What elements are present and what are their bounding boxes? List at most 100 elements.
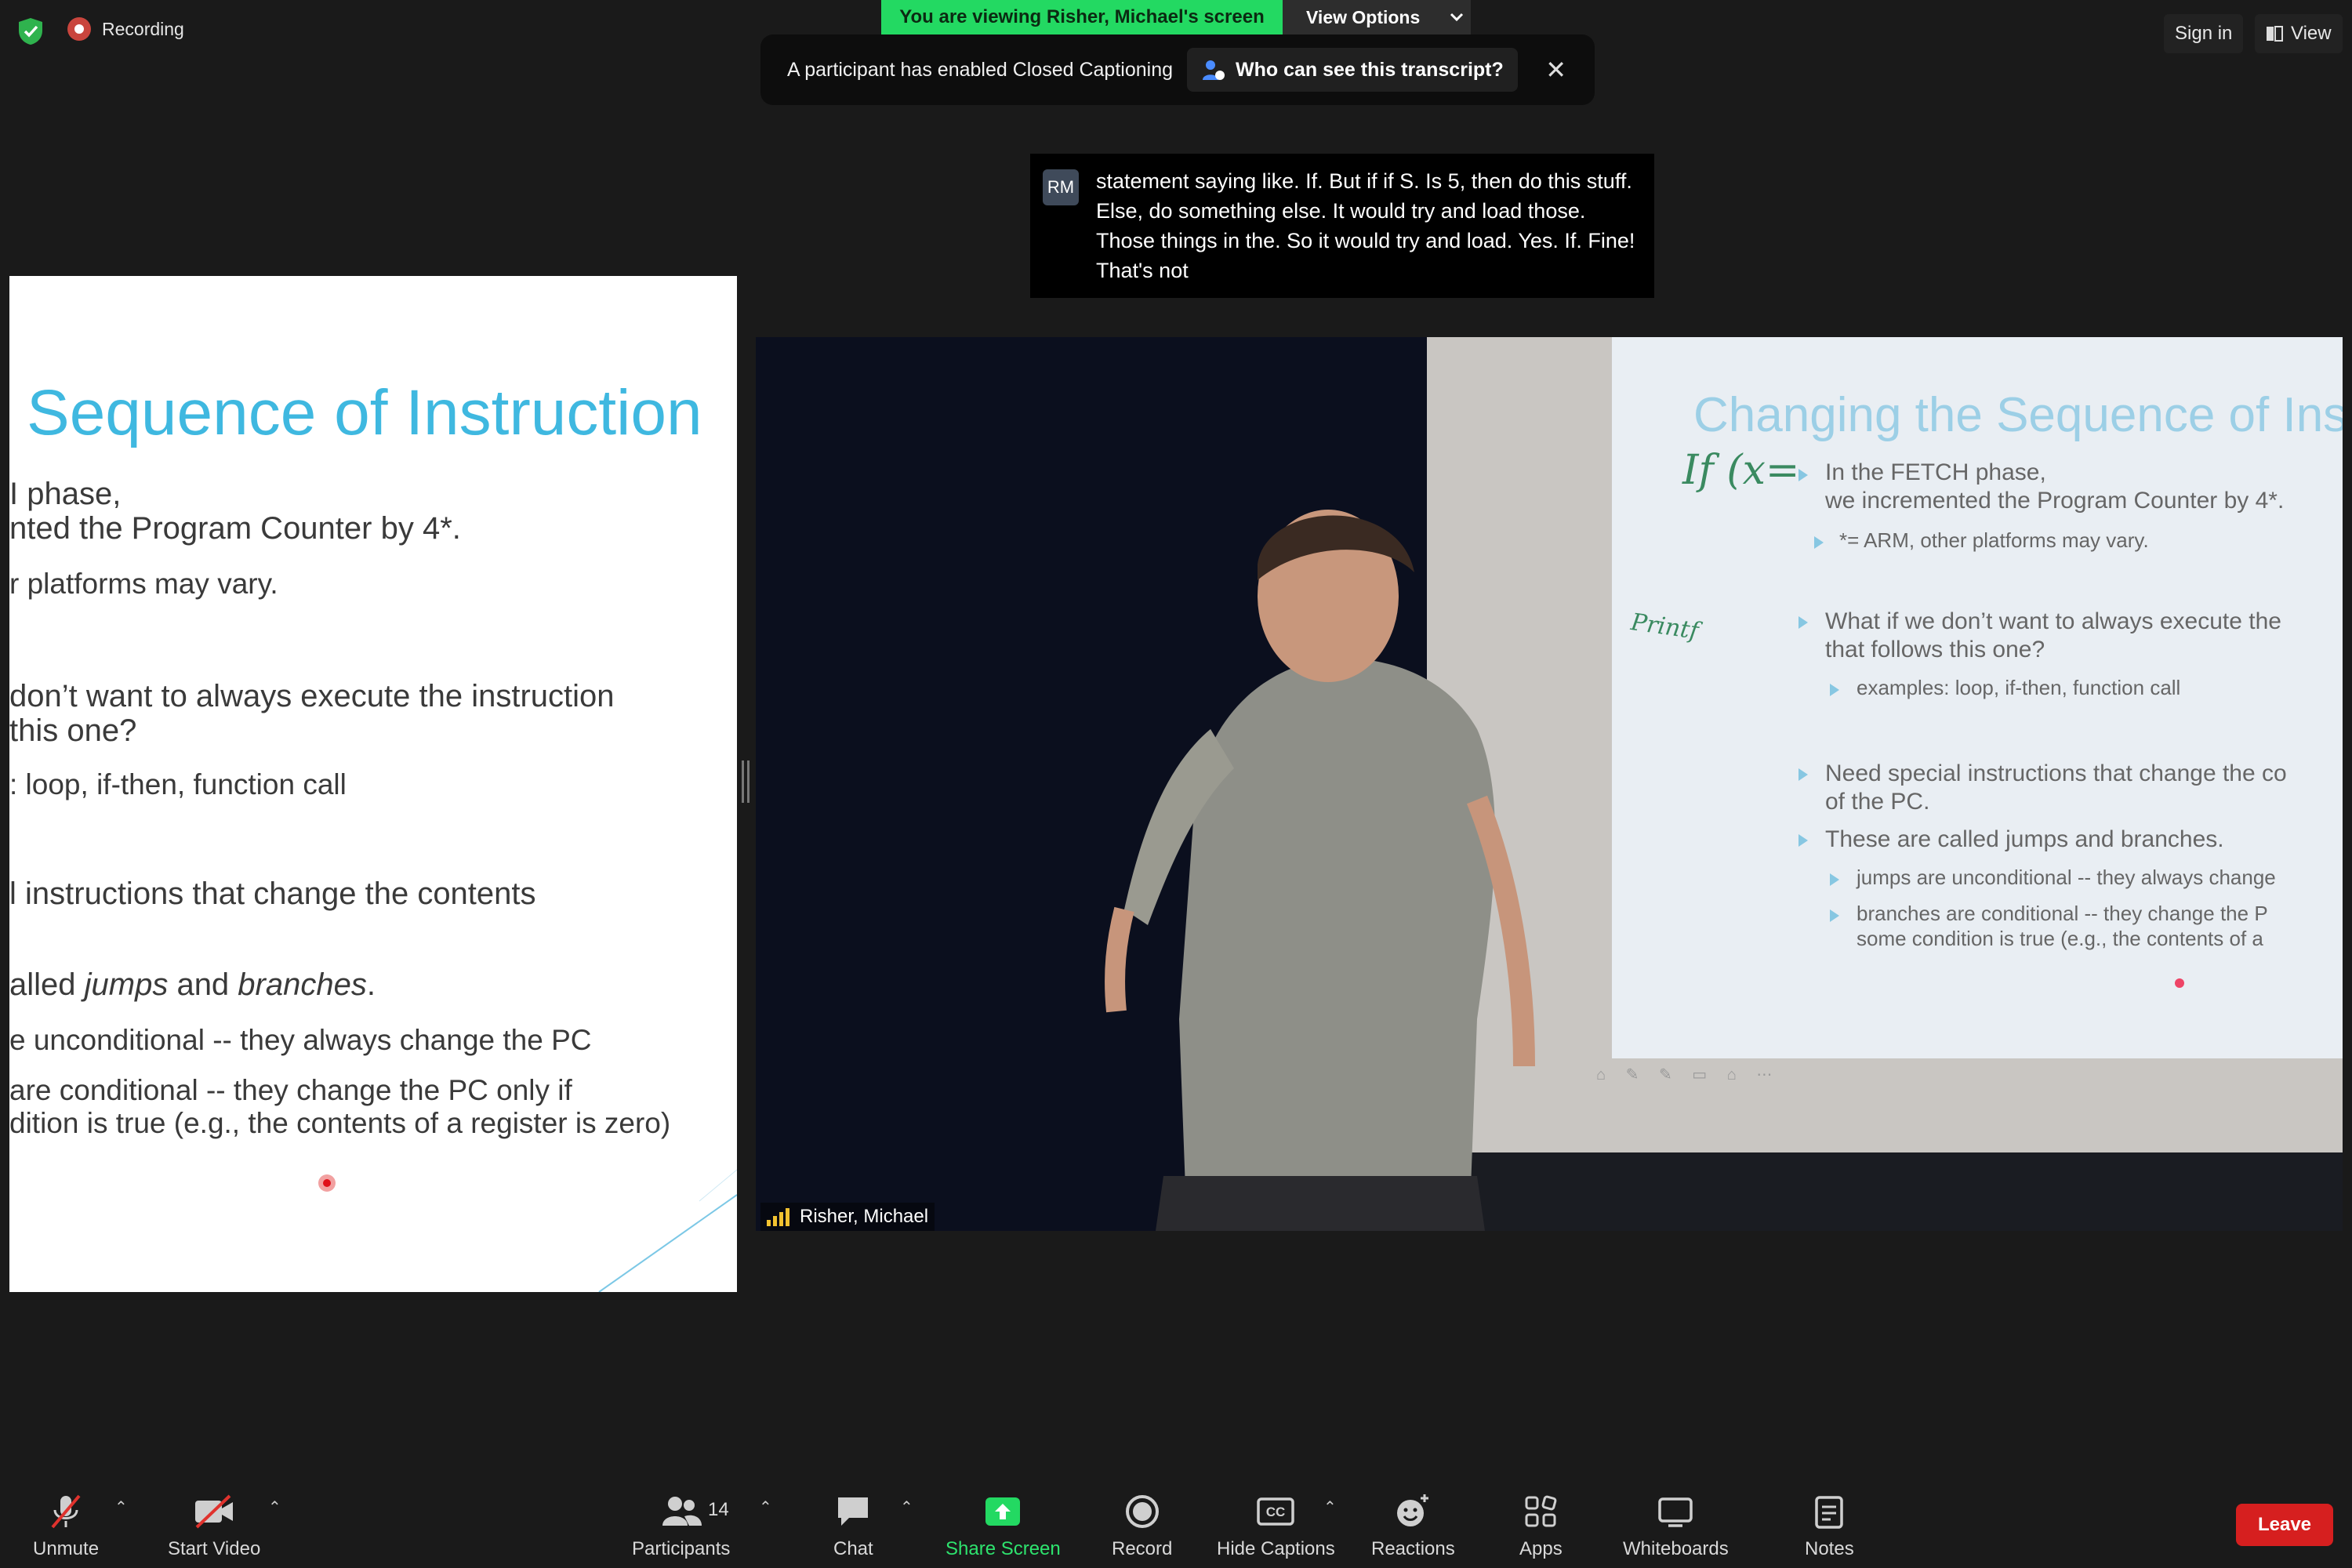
signal-strength-icon (767, 1207, 792, 1226)
closed-captions-icon: CC (1257, 1497, 1295, 1526)
view-button[interactable]: View (2255, 14, 2343, 53)
share-screen-label: Share Screen (946, 1538, 1061, 1559)
projected-line: we incremented the Program Counter by 4*… (1825, 488, 2285, 514)
participant-video-tile[interactable]: Changing the Sequence of Ins If (x= Prin… (756, 337, 2343, 1231)
cc-badge-text: CC (1266, 1504, 1286, 1519)
slide-line-emphasis: jumps (84, 967, 169, 1002)
whiteboards-button[interactable]: Whiteboards (1623, 1493, 1729, 1560)
slide-line: r platforms may vary. (9, 568, 278, 600)
apps-label: Apps (1519, 1538, 1563, 1559)
captions-caret-icon[interactable]: ⌃ (1323, 1497, 1337, 1517)
sign-in-button[interactable]: Sign in (2164, 14, 2244, 53)
projected-line: In the FETCH phase, (1825, 459, 2046, 485)
view-layout-icon (2267, 26, 2283, 42)
reactions-button[interactable]: Reactions (1371, 1493, 1455, 1560)
bullet-icon (1830, 909, 1839, 922)
security-shield-icon[interactable] (17, 17, 44, 45)
handwriting-annotation: If (x= (1682, 447, 1800, 494)
bullet-icon (1798, 768, 1808, 781)
leave-button[interactable]: Leave (2236, 1504, 2333, 1546)
view-options-label: View Options (1306, 6, 1421, 27)
recording-icon (67, 17, 91, 41)
split-view-drag-handle[interactable] (742, 760, 750, 803)
projected-line: What if we don’t want to always execute … (1825, 608, 2281, 634)
participant-name-tag: Risher, Michael (760, 1203, 935, 1231)
recording-indicator[interactable]: Recording (67, 17, 184, 41)
bullet-icon (1814, 536, 1824, 549)
participants-label: Participants (632, 1538, 731, 1559)
notes-label: Notes (1805, 1538, 1854, 1559)
start-video-button[interactable]: Start Video (168, 1493, 260, 1560)
whiteboard-tray (1427, 1152, 2343, 1231)
projected-line: branches are conditional -- they change … (1857, 902, 2268, 925)
who-can-see-transcript-label: Who can see this transcript? (1236, 58, 1504, 81)
participant-name: Risher, Michael (800, 1206, 929, 1227)
video-options-caret-icon[interactable]: ⌃ (268, 1497, 281, 1517)
notes-button[interactable]: Notes (1805, 1493, 1854, 1560)
projected-slide-title: Changing the Sequence of Ins (1693, 388, 2343, 442)
slide-title: Sequence of Instruction (27, 377, 702, 448)
shared-screen-slide[interactable]: Sequence of Instruction I phase, nted th… (9, 276, 737, 1292)
slide-line-part: and (168, 967, 238, 1002)
bullet-icon (1830, 873, 1839, 886)
slide-line: nted the Program Counter by 4*. (9, 511, 461, 546)
unmute-button[interactable]: Unmute (33, 1493, 99, 1560)
projector-toolbar-icons: ⌂ ✎ ✎ ▭ ⌂ ⋯ (1596, 1066, 1780, 1083)
video-camera-off-icon (195, 1494, 234, 1529)
slide-line-part: alled (9, 967, 85, 1002)
bullet-icon (1798, 834, 1808, 847)
slide-line-part: . (366, 967, 376, 1002)
notes-icon (1815, 1496, 1844, 1529)
live-caption-box: RM statement saying like. If. But if if … (1030, 154, 1654, 298)
share-screen-button[interactable]: Share Screen (946, 1493, 1061, 1560)
slide-line: this one? (9, 713, 137, 748)
bullet-icon (1798, 469, 1808, 481)
projected-line: Need special instructions that change th… (1825, 760, 2287, 786)
person-info-icon (1203, 60, 1225, 80)
slide-line: are conditional -- they change the PC on… (9, 1074, 572, 1106)
cc-notice-text: A participant has enabled Closed Caption… (787, 58, 1174, 81)
presenter-silhouette (1105, 510, 1535, 1231)
viewing-screen-banner: You are viewing Risher, Michael's screen (881, 0, 1283, 34)
hide-captions-button[interactable]: CC Hide Captions (1217, 1493, 1335, 1560)
hide-captions-label: Hide Captions (1217, 1538, 1335, 1559)
whiteboard-icon (1658, 1497, 1693, 1527)
slide-line: l instructions that change the contents (9, 877, 536, 911)
view-options-button[interactable]: View Options (1283, 0, 1471, 34)
slide-line: dition is true (e.g., the contents of a … (9, 1107, 671, 1139)
laser-pointer-dot (318, 1174, 336, 1192)
apps-icon (1525, 1495, 1557, 1527)
reactions-label: Reactions (1371, 1538, 1455, 1559)
chat-caret-icon[interactable]: ⌃ (900, 1497, 913, 1517)
apps-button[interactable]: Apps (1519, 1493, 1563, 1560)
slide-line-emphasis: branches (238, 967, 367, 1002)
record-label: Record (1112, 1538, 1173, 1559)
handwriting-annotation: Printf (1628, 608, 1700, 645)
projected-line: These are called jumps and branches. (1825, 826, 2224, 852)
closed-captioning-notice: A participant has enabled Closed Caption… (760, 34, 1595, 105)
chat-label: Chat (833, 1538, 873, 1559)
projected-line: *= ARM, other platforms may vary. (1839, 528, 2149, 552)
close-icon[interactable]: ✕ (1545, 55, 1566, 85)
slide-line: e unconditional -- they always change th… (9, 1024, 592, 1056)
reactions-smiley-icon (1397, 1494, 1429, 1526)
avatar: RM (1043, 169, 1079, 205)
start-video-label: Start Video (168, 1538, 261, 1559)
bullet-icon (1830, 684, 1839, 696)
projected-line: some condition is true (e.g., the conten… (1857, 927, 2263, 950)
slide-line: alled jumps and branches. (9, 967, 376, 1003)
projected-line: jumps are unconditional -- they always c… (1857, 866, 2276, 889)
record-button[interactable]: Record (1112, 1493, 1172, 1560)
view-label: View (2291, 23, 2332, 44)
projected-slide: Changing the Sequence of Ins If (x= Prin… (1612, 337, 2343, 1058)
chat-button[interactable]: Chat (833, 1493, 873, 1560)
participant-count: 14 (708, 1499, 729, 1520)
who-can-see-transcript-button[interactable]: Who can see this transcript? (1187, 48, 1518, 92)
whiteboards-label: Whiteboards (1623, 1538, 1729, 1559)
chevron-down-icon (1450, 13, 1464, 22)
slide-line: : loop, if-then, function call (9, 768, 347, 800)
laser-pointer-dot (2175, 978, 2184, 988)
participants-caret-icon[interactable]: ⌃ (759, 1497, 772, 1517)
audio-options-caret-icon[interactable]: ⌃ (114, 1497, 128, 1517)
slide-line: I phase, (9, 477, 122, 511)
